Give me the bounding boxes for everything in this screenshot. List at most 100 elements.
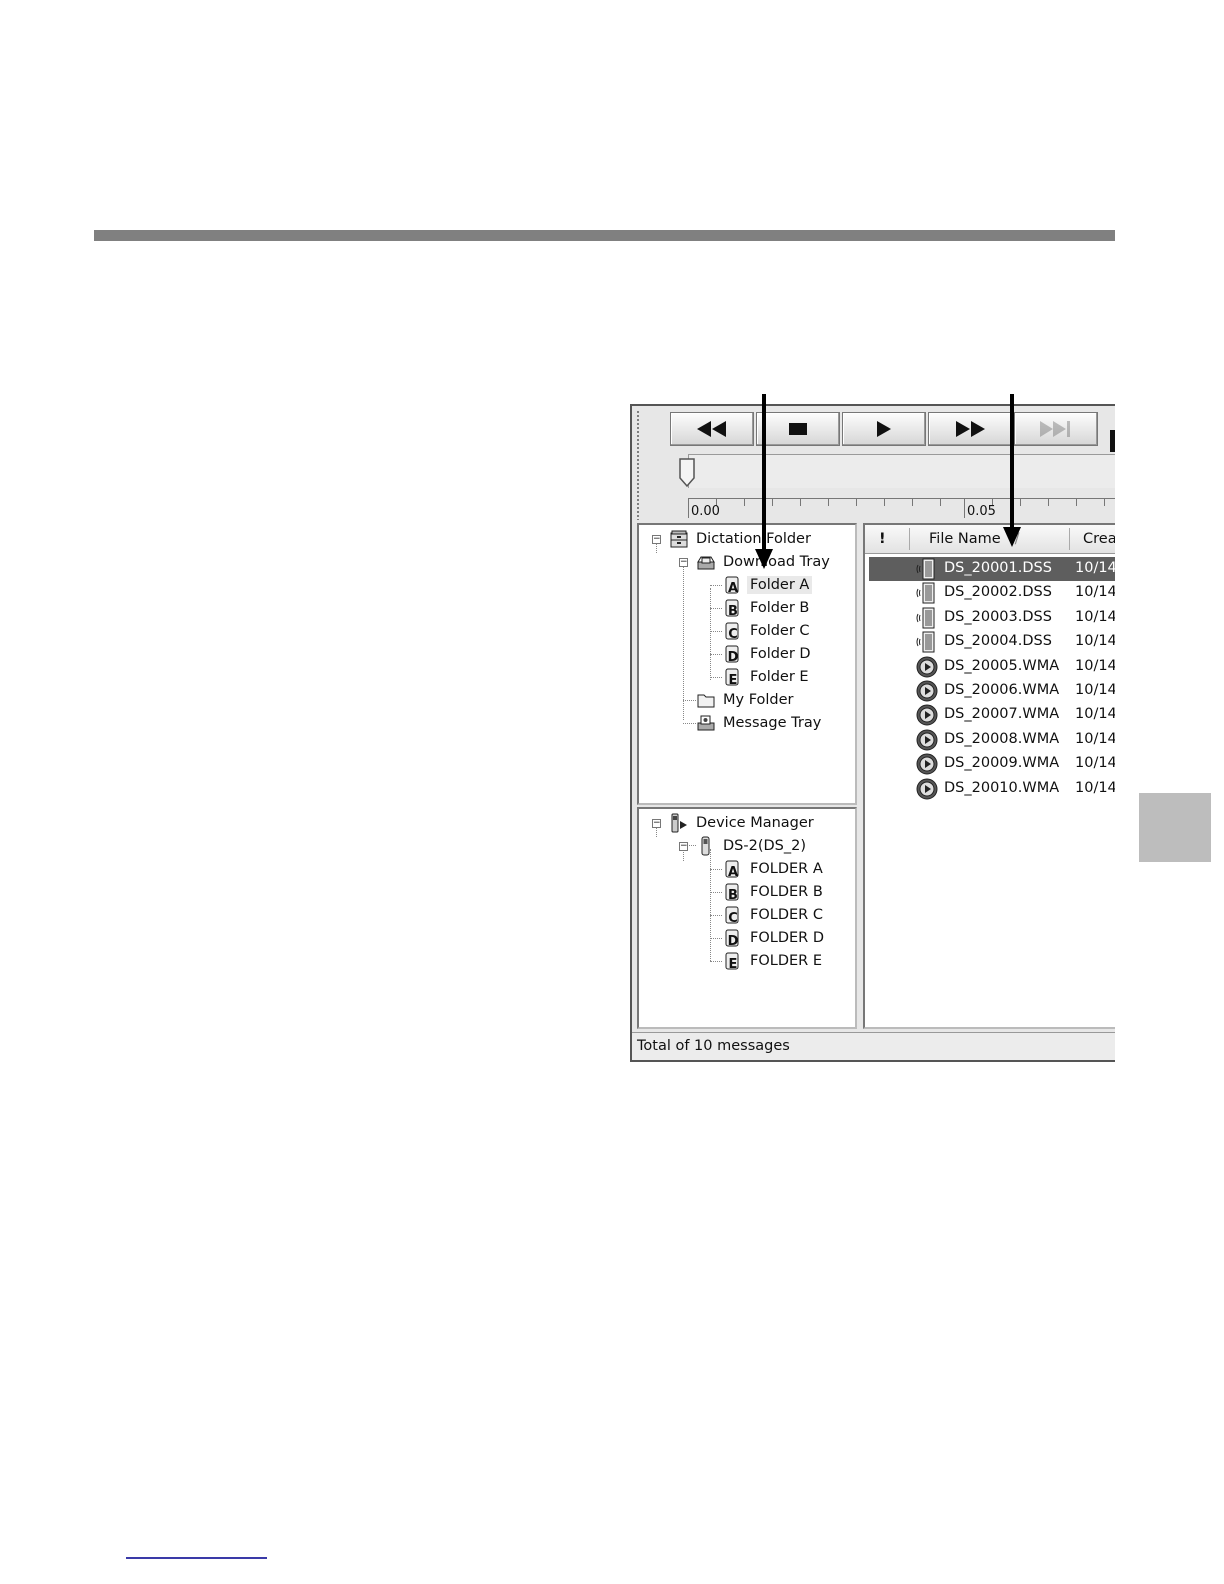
collapse-download-tray-toggle[interactable]: − <box>679 558 688 567</box>
created-date-cell: 10/14 <box>1075 657 1115 674</box>
play-button[interactable] <box>842 412 926 446</box>
tree-label: Folder E <box>750 669 809 685</box>
svg-text:B: B <box>728 604 738 618</box>
stop-icon <box>789 423 807 435</box>
tree-item-my-folder[interactable]: My Folder <box>696 689 797 711</box>
tree-item-message-tray[interactable]: Message Tray <box>696 712 824 734</box>
tree-item-device-manager[interactable]: Device Manager <box>669 812 817 834</box>
svg-text:E: E <box>729 957 738 971</box>
tree-item-folder-c[interactable]: C Folder C <box>723 620 813 642</box>
table-row[interactable]: DS_20009.WMA 10/14 <box>869 752 1115 776</box>
created-date-cell: 10/14 <box>1075 633 1115 650</box>
svg-text:D: D <box>728 650 739 664</box>
folder-b-icon: B <box>725 883 739 902</box>
sort-indicator: / <box>1014 531 1020 547</box>
collapse-device-toggle[interactable]: − <box>679 842 688 851</box>
table-row[interactable]: DS_20008.WMA 10/14 <box>869 728 1115 752</box>
folder-a-icon: A <box>725 860 739 879</box>
rewind-button[interactable] <box>670 412 754 446</box>
created-date-cell: 10/14 <box>1075 608 1115 625</box>
file-name-cell: DS_20003.DSS <box>944 608 1052 625</box>
created-date-cell: 10/14 <box>1075 730 1115 747</box>
column-priority[interactable]: ! <box>879 525 886 553</box>
table-row[interactable]: DS_20004.DSS 10/14 <box>869 630 1115 654</box>
dss-file-icon <box>916 607 935 629</box>
svg-text:B: B <box>728 888 738 902</box>
folder-a-icon: A <box>725 576 739 595</box>
ruler-mid-label: 0.05 <box>967 504 996 519</box>
file-name-cell: DS_20006.WMA <box>944 682 1060 698</box>
table-row[interactable]: DS_20005.WMA 10/14 <box>869 655 1115 679</box>
file-name-cell: DS_20009.WMA <box>944 755 1060 772</box>
dss-file-icon <box>916 558 935 580</box>
tree-item-device-folder-a[interactable]: A FOLDER A <box>723 858 826 880</box>
file-cabinet-icon <box>670 530 688 548</box>
footer-line <box>126 1557 267 1559</box>
file-name-cell: DS_20010.WMA <box>944 779 1060 796</box>
wma-file-icon <box>916 778 938 800</box>
toolbar-grip[interactable] <box>636 410 641 520</box>
position-slider-track[interactable] <box>688 454 1115 488</box>
tree-item-device-folder-b[interactable]: B FOLDER B <box>723 881 826 903</box>
tree-label: Device Manager <box>696 815 814 831</box>
tree-item-download-tray[interactable]: Download Tray <box>696 551 833 573</box>
tray-icon <box>697 556 715 570</box>
table-row[interactable]: DS_20010.WMA 10/14 <box>869 777 1115 801</box>
dictation-folder-tree: − Dictation Folder − Download Tray A Fol… <box>637 523 857 805</box>
wma-file-icon <box>916 704 938 726</box>
transport-toolbar <box>670 412 1100 448</box>
file-name-cell: DS_20001.DSS <box>944 560 1052 576</box>
tree-label: FOLDER A <box>750 861 823 877</box>
tree-item-folder-d[interactable]: D Folder D <box>723 643 814 665</box>
table-row[interactable]: DS_20003.DSS 10/14 <box>869 606 1115 630</box>
tree-item-folder-a[interactable]: A Folder A <box>723 574 813 596</box>
tree-label: My Folder <box>723 692 794 708</box>
play-icon <box>877 421 891 437</box>
file-name-cell: DS_20004.DSS <box>944 633 1052 650</box>
tree-item-dictation-folder[interactable]: Dictation Folder <box>669 528 814 550</box>
table-row[interactable]: DS_20006.WMA 10/14 <box>869 679 1115 703</box>
table-row[interactable]: DS_20002.DSS 10/14 <box>869 581 1115 605</box>
folder-icon <box>697 694 715 708</box>
tree-item-device-folder-c[interactable]: C FOLDER C <box>723 904 826 926</box>
skip-end-icon <box>1040 421 1070 437</box>
folder-c-icon: C <box>725 906 739 925</box>
created-date-cell: 10/14 <box>1075 560 1115 576</box>
collapse-device-manager-toggle[interactable]: − <box>652 819 661 828</box>
tree-item-folder-b[interactable]: B Folder B <box>723 597 812 619</box>
tree-item-device-folder-d[interactable]: D FOLDER D <box>723 927 827 949</box>
dss-file-icon <box>916 582 935 604</box>
fast-forward-icon <box>956 421 985 437</box>
wma-file-icon <box>916 729 938 751</box>
toolbar-edge <box>1110 430 1115 452</box>
file-list-header: ! File Name / Crea <box>865 525 1115 554</box>
folder-d-icon: D <box>725 645 739 664</box>
recorder-icon <box>701 836 710 856</box>
rewind-icon <box>697 421 726 437</box>
column-file-name[interactable]: File Name / <box>929 525 1020 553</box>
stop-button[interactable] <box>756 412 840 446</box>
file-name-cell: DS_20005.WMA <box>944 657 1060 674</box>
collapse-dictation-folder-toggle[interactable]: − <box>652 535 661 544</box>
tree-item-device-ds2[interactable]: DS-2(DS_2) <box>696 835 809 857</box>
table-row[interactable]: DS_20007.WMA 10/14 <box>869 703 1115 727</box>
position-slider-thumb-icon[interactable] <box>678 458 698 488</box>
fast-forward-button[interactable] <box>928 412 1012 446</box>
tree-label: Folder C <box>750 623 810 639</box>
device-manager-icon <box>671 813 687 833</box>
column-created[interactable]: Crea <box>1083 525 1115 553</box>
created-date-cell: 10/14 <box>1075 755 1115 772</box>
folder-e-icon: E <box>725 952 739 971</box>
tree-label: FOLDER C <box>750 907 823 923</box>
status-text: Total of 10 messages <box>637 1038 790 1054</box>
tree-item-folder-e[interactable]: E Folder E <box>723 666 812 688</box>
table-row[interactable]: DS_20001.DSS 10/14 <box>869 557 1115 581</box>
ruler-start-label: 0.00 <box>691 504 720 519</box>
tree-label: Download Tray <box>723 554 830 570</box>
tree-item-device-folder-e[interactable]: E FOLDER E <box>723 950 825 972</box>
chapter-tab <box>1139 793 1211 862</box>
svg-text:A: A <box>728 581 738 595</box>
wma-file-icon <box>916 753 938 775</box>
tree-label: FOLDER B <box>750 884 823 900</box>
skip-end-button[interactable] <box>1014 412 1098 446</box>
